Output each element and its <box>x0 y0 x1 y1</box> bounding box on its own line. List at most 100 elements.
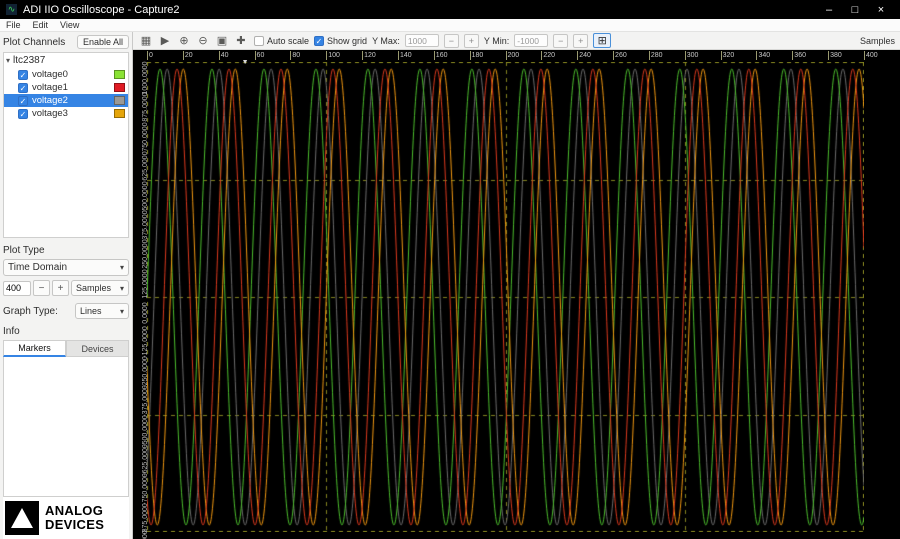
close-button[interactable]: × <box>868 4 894 16</box>
sample-unit-dropdown[interactable]: Samples ▾ <box>71 280 129 296</box>
app-window: ∿ ADI IIO Oscilloscope - Capture2 – □ × … <box>0 0 900 539</box>
minimize-button[interactable]: – <box>816 4 842 16</box>
x-tick-label: 340 <box>756 51 771 60</box>
sample-count-input[interactable] <box>3 280 31 296</box>
plot-channels-label: Plot Channels <box>3 36 66 48</box>
channel-label: voltage0 <box>32 69 68 80</box>
y-min-input[interactable] <box>514 34 549 47</box>
channel-color-swatch[interactable] <box>114 70 125 79</box>
x-tick-label: 120 <box>362 51 376 60</box>
device-row[interactable]: ▾ ltc2387 <box>4 53 128 68</box>
channel-row-voltage3[interactable]: ✓ voltage3 <box>4 107 128 120</box>
channel-row-voltage0[interactable]: ✓ voltage0 <box>4 68 128 81</box>
channel-row-voltage2[interactable]: ✓ voltage2 <box>4 94 128 107</box>
channel-color-swatch[interactable] <box>114 109 125 118</box>
x-tick-label: 300 <box>684 51 699 60</box>
y-max-input[interactable] <box>404 34 439 47</box>
analog-devices-logo: ANALOG DEVICES <box>3 497 129 539</box>
y-max-decrement-button[interactable]: − <box>443 33 459 48</box>
move-icon[interactable]: ✚ <box>233 34 249 48</box>
x-tick-label: 0 <box>147 51 153 60</box>
chevron-down-icon: ▾ <box>119 283 124 293</box>
sample-count-decrement-button[interactable]: − <box>33 280 50 296</box>
auto-scale-label: Auto scale <box>267 35 310 46</box>
auto-scale-checkbox[interactable]: Auto scale <box>254 35 310 46</box>
channel-label: voltage2 <box>32 95 68 106</box>
x-axis-ticks: 0 20 40 60 80 100 120 140 160 180 200 220 240 260 280 3… <box>147 51 878 61</box>
show-grid-checkbox[interactable]: ✓ Show grid <box>314 35 368 46</box>
x-tick-label: 360 <box>792 51 806 60</box>
y-axis-ticks: 1000.0000 875.0000 750.0000 625.0000 500.000… <box>133 61 149 539</box>
graph-type-dropdown[interactable]: Lines ▾ <box>75 303 129 319</box>
x-tick-label: 400 <box>864 51 878 60</box>
chevron-down-icon: ▾ <box>119 306 124 316</box>
y-min-label: Y Min: <box>483 35 510 46</box>
info-label: Info <box>3 326 20 337</box>
toolbar-icons: ▦ ▶ ⊕ ⊖ ▣ ✚ <box>138 34 249 48</box>
adi-triangle-icon <box>5 501 39 535</box>
x-tick-label: 160 <box>433 51 448 60</box>
y-max-increment-button[interactable]: + <box>463 33 479 48</box>
device-name: ltc2387 <box>13 55 46 66</box>
x-tick-label: 40 <box>218 51 229 60</box>
x-tick-label: 240 <box>577 51 591 60</box>
samples-axis-label: Samples <box>859 35 895 46</box>
app-icon: ∿ <box>6 4 17 15</box>
channel-checkbox[interactable]: ✓ <box>18 69 28 80</box>
capture-settings-icon[interactable]: ▦ <box>138 34 154 48</box>
expander-icon[interactable]: ▾ <box>6 56 10 65</box>
channel-list: ✓ voltage0 ✓ voltage1 ✓ voltage2 ✓ voltage3 <box>4 68 128 120</box>
checkbox-icon[interactable] <box>254 35 264 46</box>
trigger-marker-icon[interactable]: ▼ <box>242 59 249 66</box>
y-min-decrement-button[interactable]: − <box>553 33 569 48</box>
waveform-canvas[interactable] <box>147 62 864 532</box>
channel-tree: ▾ ltc2387 ✓ voltage0 ✓ voltage1 ✓ voltage2 ✓ vo… <box>3 52 129 238</box>
channel-checkbox[interactable]: ✓ <box>18 82 28 93</box>
enable-all-button[interactable]: Enable All <box>76 35 129 49</box>
sample-unit-value: Samples <box>76 283 112 293</box>
new-plot-icon: ⊞ <box>597 35 607 47</box>
channel-color-swatch[interactable] <box>114 96 125 105</box>
x-tick-label: 100 <box>326 51 340 60</box>
maximize-button[interactable]: □ <box>842 4 868 16</box>
channel-color-swatch[interactable] <box>114 83 125 92</box>
tab-devices[interactable]: Devices <box>66 340 129 357</box>
x-tick-label: 20 <box>182 51 193 60</box>
graph-type-label: Graph Type: <box>3 305 58 317</box>
info-panel <box>3 357 129 497</box>
channel-checkbox[interactable]: ✓ <box>18 95 28 106</box>
window-title: ADI IIO Oscilloscope - Capture2 <box>23 3 180 16</box>
new-plot-button[interactable]: ⊞ <box>593 33 612 48</box>
sample-count-increment-button[interactable]: + <box>52 280 69 296</box>
logo-line2: DEVICES <box>45 517 105 532</box>
sidebar: Plot Channels Enable All ▾ ltc2387 ✓ volt… <box>0 32 133 539</box>
menu-view[interactable]: View <box>60 20 79 30</box>
plot-area[interactable]: 0 20 40 60 80 100 120 140 160 180 200 220 240 260 280 3… <box>133 50 900 539</box>
show-grid-label: Show grid <box>327 35 368 46</box>
x-tick-label: 280 <box>648 51 663 60</box>
channel-checkbox[interactable]: ✓ <box>18 108 28 119</box>
graph-type-value: Lines <box>80 306 102 316</box>
plot-type-dropdown[interactable]: Time Domain ▾ <box>3 259 129 276</box>
zoom-fit-icon[interactable]: ▣ <box>214 34 230 48</box>
zoom-out-icon[interactable]: ⊖ <box>195 34 211 48</box>
zoom-in-icon[interactable]: ⊕ <box>176 34 192 48</box>
x-tick-label: 260 <box>613 51 627 60</box>
channel-row-voltage1[interactable]: ✓ voltage1 <box>4 81 128 94</box>
plot-type-value: Time Domain <box>8 262 68 273</box>
menu-edit[interactable]: Edit <box>33 20 49 30</box>
plot-type-label: Plot Type <box>3 245 45 256</box>
x-tick-label: 320 <box>720 51 735 60</box>
play-icon[interactable]: ▶ <box>157 34 173 48</box>
info-tabs: Markers Devices <box>3 340 129 357</box>
tab-markers[interactable]: Markers <box>3 340 66 357</box>
checkbox-icon[interactable]: ✓ <box>314 35 325 46</box>
channel-label: voltage1 <box>32 82 68 93</box>
x-tick-label: 180 <box>469 51 484 60</box>
x-tick-label: 380 <box>828 51 842 60</box>
menu-file[interactable]: File <box>6 20 21 30</box>
y-min-increment-button[interactable]: + <box>573 33 589 48</box>
channel-label: voltage3 <box>32 108 68 119</box>
x-tick-label: 220 <box>541 51 556 60</box>
menubar: File Edit View <box>0 19 900 32</box>
